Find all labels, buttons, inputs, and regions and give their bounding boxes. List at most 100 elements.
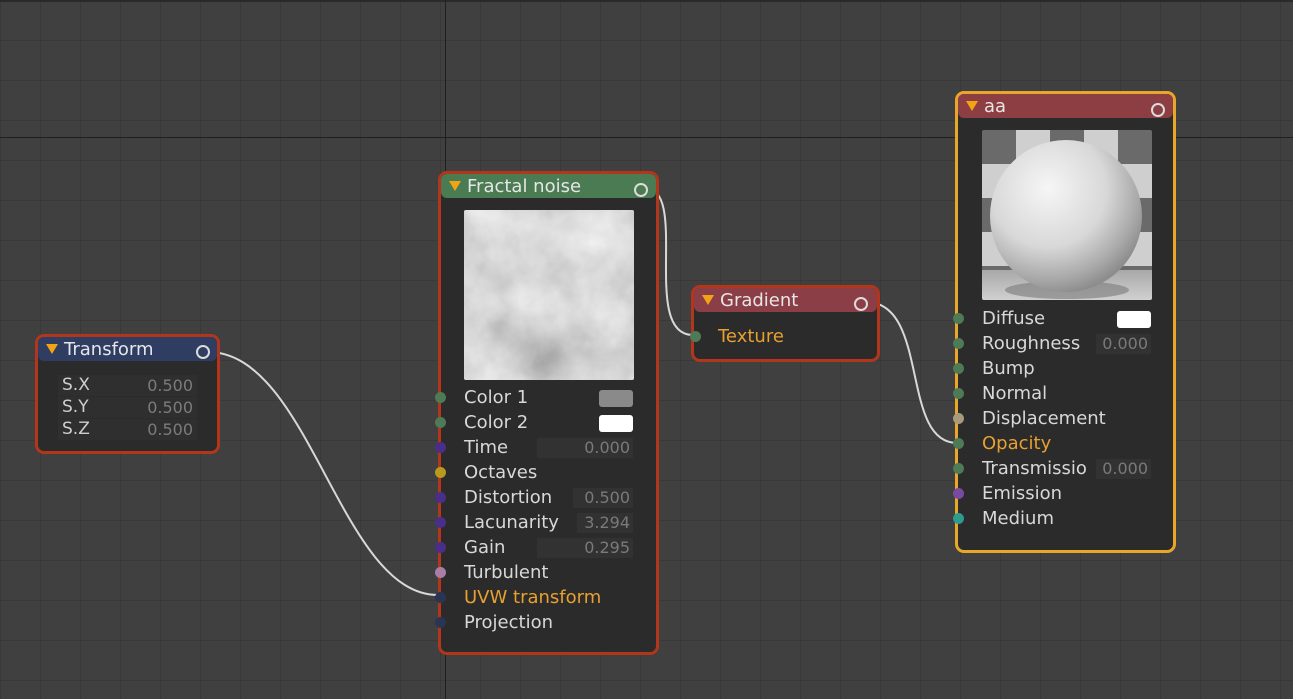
param-row-emission[interactable]: Emission xyxy=(953,482,1173,507)
param-label: S.Z xyxy=(62,419,90,439)
param-label: Diffuse xyxy=(982,308,1046,329)
param-label: Texture xyxy=(718,326,784,347)
param-label: Projection xyxy=(464,612,554,633)
param-row-diffuse[interactable]: Diffuse xyxy=(953,307,1173,332)
param-label: Lacunarity xyxy=(464,512,559,533)
param-value[interactable]: 0.500 xyxy=(147,398,193,417)
param-row-color2[interactable]: Color 2 xyxy=(435,411,656,436)
param-value[interactable]: 0.000 xyxy=(1096,459,1151,479)
material-preview-image xyxy=(982,130,1152,300)
output-port-icon[interactable] xyxy=(196,345,210,359)
param-label: Transmissio xyxy=(982,458,1087,479)
param-value[interactable]: 0.000 xyxy=(537,438,633,458)
param-row-octaves[interactable]: Octaves xyxy=(435,461,656,486)
input-port-icon[interactable] xyxy=(953,313,964,324)
param-label: Time xyxy=(464,437,509,458)
param-row-time[interactable]: Time 0.000 xyxy=(435,436,656,461)
input-port-icon[interactable] xyxy=(953,363,964,374)
node-header[interactable]: Gradient xyxy=(694,288,877,312)
node-header[interactable]: aa xyxy=(958,94,1173,118)
param-row-projection[interactable]: Projection xyxy=(435,611,656,636)
output-port-icon[interactable] xyxy=(1151,103,1165,117)
param-value[interactable]: 3.294 xyxy=(577,513,633,533)
param-label: Roughness xyxy=(982,333,1081,354)
transform-node[interactable]: Transform S.X 0.500 S.Y 0.500 S.Z 0.500 xyxy=(35,334,220,454)
param-label: UVW transform xyxy=(464,587,602,608)
param-row[interactable]: S.Y 0.500 xyxy=(58,397,197,418)
param-row-lacunarity[interactable]: Lacunarity 3.294 xyxy=(435,511,656,536)
param-label: Gain xyxy=(464,537,506,558)
param-label: Bump xyxy=(982,358,1035,379)
param-label: Displacement xyxy=(982,408,1106,429)
param-label: Opacity xyxy=(982,433,1052,454)
input-port-icon[interactable] xyxy=(435,567,446,578)
param-value[interactable]: 0.500 xyxy=(147,420,193,439)
noise-preview-image xyxy=(464,210,634,380)
input-port-icon[interactable] xyxy=(690,331,701,342)
input-port-icon[interactable] xyxy=(953,488,964,499)
color-swatch[interactable] xyxy=(599,390,633,407)
input-port-icon[interactable] xyxy=(435,467,446,478)
node-header[interactable]: Fractal noise xyxy=(441,174,656,198)
param-row-roughness[interactable]: Roughness 0.000 xyxy=(953,332,1173,357)
fractal-noise-node[interactable]: Fractal noise Color 1 Color 2 Time 0.000 xyxy=(435,171,659,655)
input-port-icon[interactable] xyxy=(953,388,964,399)
param-value[interactable]: 0.000 xyxy=(1096,334,1151,354)
param-label: Normal xyxy=(982,383,1048,404)
triangle-down-icon[interactable] xyxy=(449,181,461,191)
param-row-turbulent[interactable]: Turbulent xyxy=(435,561,656,586)
color-swatch[interactable] xyxy=(1117,311,1151,328)
param-value[interactable]: 0.500 xyxy=(147,376,193,395)
input-port-icon[interactable] xyxy=(953,463,964,474)
param-label: Octaves xyxy=(464,462,538,483)
param-row[interactable]: S.X 0.500 xyxy=(58,375,197,396)
input-port-icon[interactable] xyxy=(435,542,446,553)
param-row-bump[interactable]: Bump xyxy=(953,357,1173,382)
input-port-icon[interactable] xyxy=(435,517,446,528)
input-port-icon[interactable] xyxy=(953,438,964,449)
param-row-gain[interactable]: Gain 0.295 xyxy=(435,536,656,561)
color-swatch[interactable] xyxy=(599,415,633,432)
material-node[interactable]: aa Diffuse Roughness 0.000 Bump Normal D… xyxy=(953,91,1176,553)
param-row-distortion[interactable]: Distortion 0.500 xyxy=(435,486,656,511)
param-label: S.X xyxy=(62,375,90,395)
node-title: Transform xyxy=(64,338,154,360)
param-label: S.Y xyxy=(62,397,89,417)
input-port-icon[interactable] xyxy=(435,592,446,603)
input-port-icon[interactable] xyxy=(435,392,446,403)
triangle-down-icon[interactable] xyxy=(702,295,714,305)
input-port-icon[interactable] xyxy=(435,417,446,428)
param-value[interactable]: 0.295 xyxy=(537,538,633,558)
input-port-icon[interactable] xyxy=(953,513,964,524)
triangle-down-icon[interactable] xyxy=(46,344,58,354)
noise-preview xyxy=(464,210,634,380)
param-row[interactable]: S.Z 0.500 xyxy=(58,419,197,440)
param-label: Distortion xyxy=(464,487,553,508)
input-port-icon[interactable] xyxy=(435,617,446,628)
param-row-uvw-transform[interactable]: UVW transform xyxy=(435,586,656,611)
node-header[interactable]: Transform xyxy=(38,337,217,361)
input-port-icon[interactable] xyxy=(435,442,446,453)
top-border xyxy=(0,0,1293,2)
output-port-icon[interactable] xyxy=(634,183,648,197)
param-row-medium[interactable]: Medium xyxy=(953,507,1173,532)
param-row-opacity[interactable]: Opacity xyxy=(953,432,1173,457)
gradient-node[interactable]: Gradient Texture xyxy=(690,285,880,362)
param-row-transmission[interactable]: Transmissio 0.000 xyxy=(953,457,1173,482)
triangle-down-icon[interactable] xyxy=(966,101,978,111)
param-label: Color 2 xyxy=(464,412,529,433)
output-port-icon[interactable] xyxy=(854,297,868,311)
param-row-texture[interactable]: Texture xyxy=(690,325,877,350)
param-label: Medium xyxy=(982,508,1054,529)
param-label: Emission xyxy=(982,483,1063,504)
material-preview xyxy=(982,130,1152,300)
input-port-icon[interactable] xyxy=(953,413,964,424)
param-label: Color 1 xyxy=(464,387,529,408)
param-value[interactable]: 0.500 xyxy=(573,488,633,508)
input-port-icon[interactable] xyxy=(435,492,446,503)
param-row-color1[interactable]: Color 1 xyxy=(435,386,656,411)
node-title: aa xyxy=(984,95,1007,117)
input-port-icon[interactable] xyxy=(953,338,964,349)
param-row-displacement[interactable]: Displacement xyxy=(953,407,1173,432)
param-row-normal[interactable]: Normal xyxy=(953,382,1173,407)
